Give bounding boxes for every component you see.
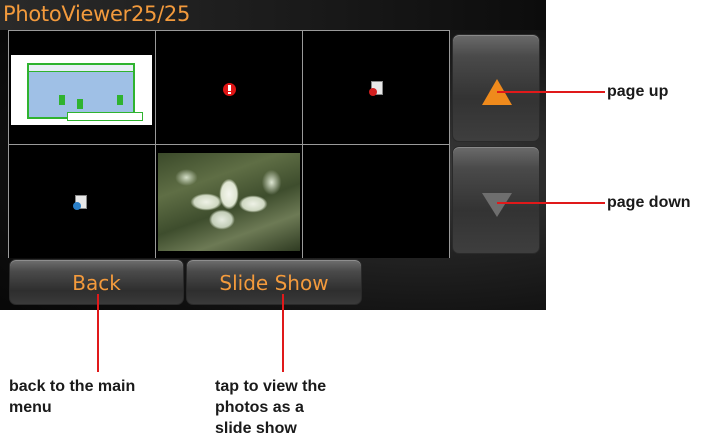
callout-slideshow-line: photos as a xyxy=(215,399,304,416)
callout-line-page-down xyxy=(497,202,605,204)
error-icon xyxy=(223,83,236,96)
file-icon xyxy=(369,81,383,96)
grid-divider xyxy=(9,144,449,145)
triangle-down-icon xyxy=(482,193,512,217)
page-down-button[interactable] xyxy=(452,146,540,254)
title-bar: PhotoViewer25/25 xyxy=(0,0,546,30)
app-title: PhotoViewer25/25 xyxy=(3,2,191,26)
callout-line-page-up xyxy=(497,91,605,93)
grid-cell-6[interactable] xyxy=(303,145,449,258)
slideshow-button-label: Slide Show xyxy=(219,271,329,295)
callout-slideshow: tap to view the photos as a slide show xyxy=(215,376,326,439)
screenshot-thumbnail xyxy=(11,55,152,125)
callout-line-slideshow xyxy=(282,294,284,372)
callout-slideshow-line: slide show xyxy=(215,420,297,437)
back-button-label: Back xyxy=(72,271,121,295)
slideshow-button[interactable]: Slide Show xyxy=(186,259,362,305)
file-icon xyxy=(73,195,87,210)
callout-back-line: back to the main xyxy=(9,378,136,395)
callout-page-up: page up xyxy=(607,83,669,100)
grid-cell-4[interactable] xyxy=(9,145,155,258)
callout-back: back to the main menu xyxy=(9,376,135,418)
callout-line-back xyxy=(97,294,99,372)
callout-page-down: page down xyxy=(607,194,691,211)
grid-cell-3[interactable] xyxy=(303,31,449,144)
grid-cell-5[interactable] xyxy=(156,145,302,258)
page-up-button[interactable] xyxy=(452,34,540,142)
grid-cell-1[interactable] xyxy=(9,31,155,144)
grid-cell-2[interactable] xyxy=(156,31,302,144)
callout-slideshow-line: tap to view the xyxy=(215,378,327,395)
photo-grid xyxy=(8,30,450,258)
callout-back-line: menu xyxy=(9,399,52,416)
device-screen: PhotoViewer25/25 Back Slide Show xyxy=(0,0,546,310)
photo-thumbnail xyxy=(158,153,300,251)
